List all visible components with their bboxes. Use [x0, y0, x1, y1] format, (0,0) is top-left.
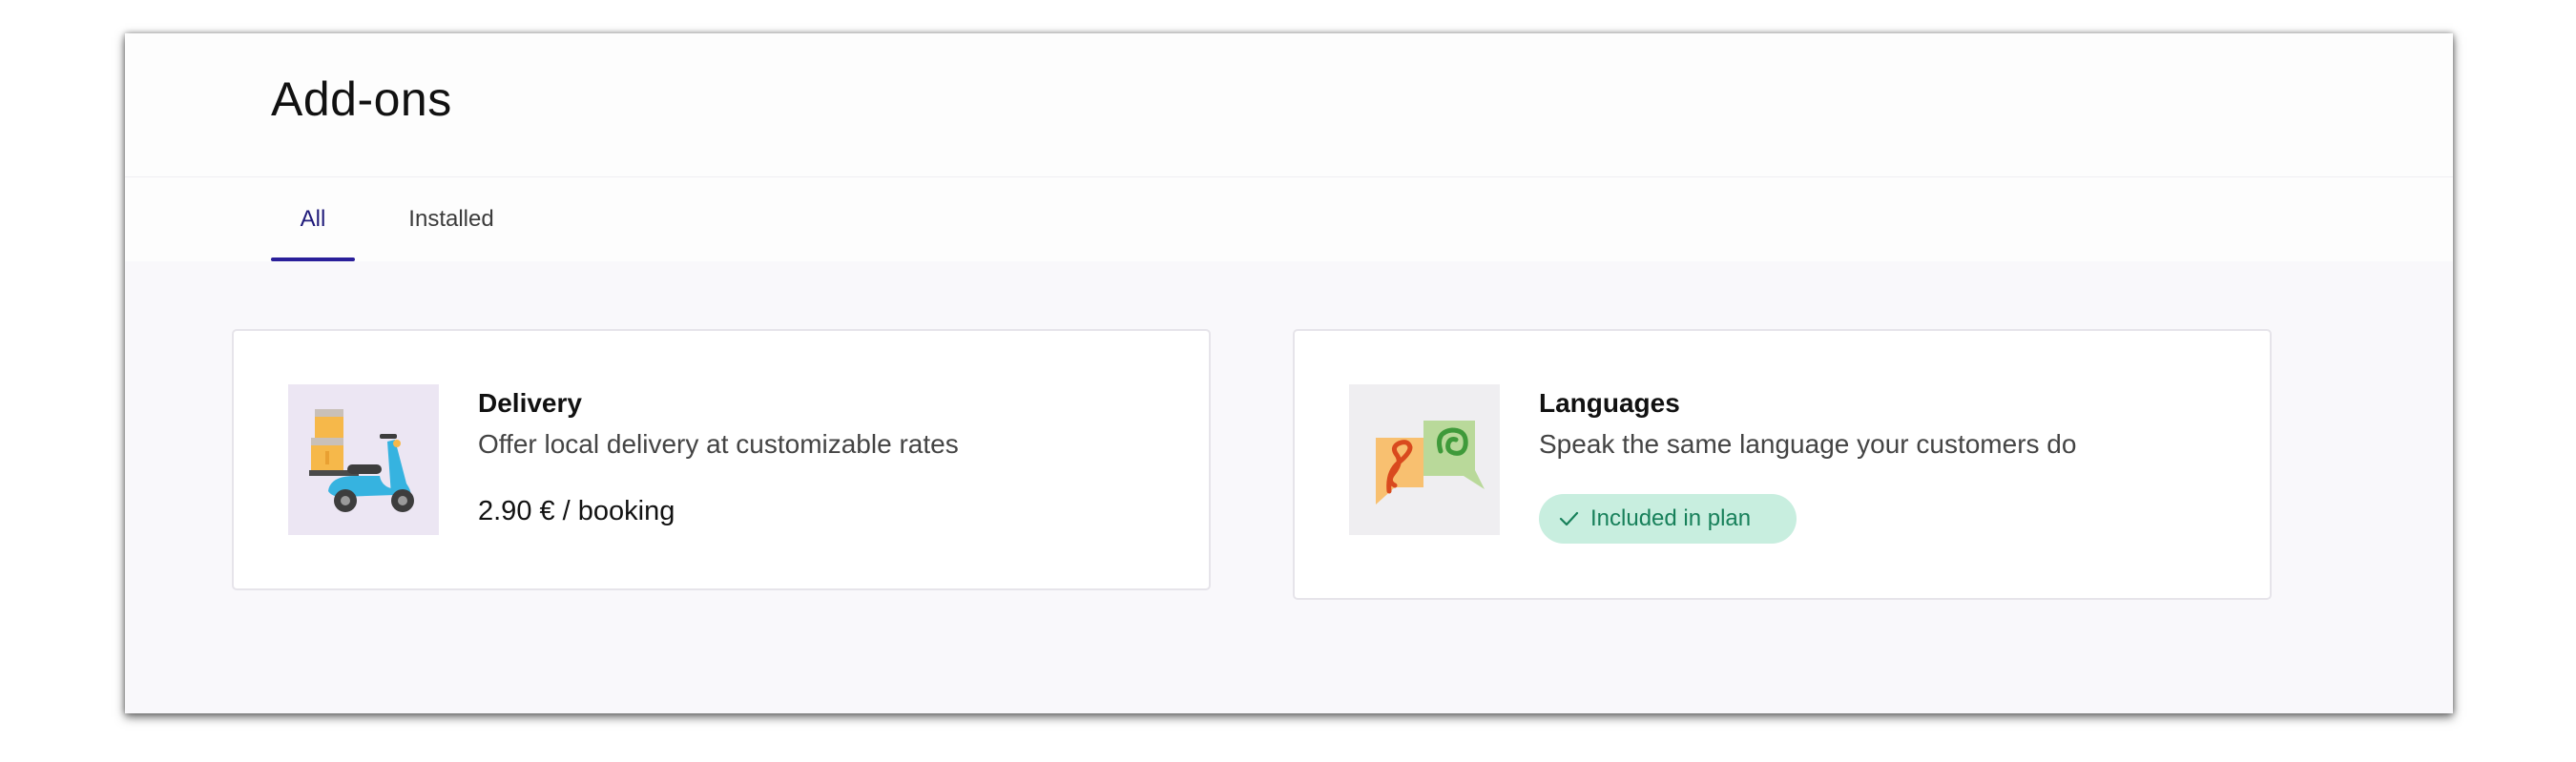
- addon-description: Offer local delivery at customizable rat…: [478, 429, 959, 459]
- addon-card-delivery[interactable]: Delivery Offer local delivery at customi…: [232, 329, 1211, 590]
- addon-card-languages[interactable]: Languages Speak the same language your c…: [1293, 329, 2272, 600]
- addon-description: Speak the same language your customers d…: [1539, 429, 2077, 459]
- included-in-plan-badge: Included in plan: [1539, 494, 1797, 544]
- checkmark-icon: [1559, 511, 1579, 526]
- addon-title: Languages: [1539, 388, 1680, 418]
- page-header: Add-ons: [125, 33, 2453, 177]
- tab-all[interactable]: All: [271, 177, 355, 261]
- tab-all-label: All: [300, 206, 326, 232]
- tab-installed[interactable]: Installed: [394, 177, 509, 261]
- tab-installed-label: Installed: [408, 206, 494, 232]
- tab-bar: All Installed: [125, 177, 2453, 261]
- page-title: Add-ons: [271, 72, 452, 126]
- addon-title: Delivery: [478, 388, 582, 418]
- speech-bubbles-icon: [1349, 384, 1500, 535]
- addons-list: Delivery Offer local delivery at customi…: [125, 261, 2453, 713]
- addons-window: Add-ons All Installed Delivery Offer loc…: [125, 33, 2453, 713]
- addon-price: 2.90 € / booking: [478, 496, 675, 526]
- scooter-delivery-icon: [288, 384, 439, 535]
- badge-label: Included in plan: [1590, 505, 1752, 531]
